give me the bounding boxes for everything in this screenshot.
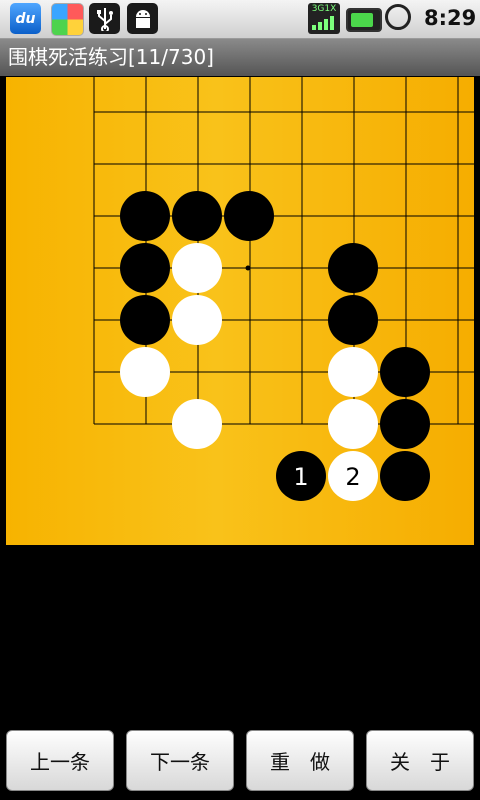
- alarm-clock-icon: [385, 4, 411, 30]
- black-stone[interactable]: [120, 243, 170, 293]
- battery-charging-icon: [346, 8, 382, 32]
- black-stone[interactable]: [328, 243, 378, 293]
- next-button[interactable]: 下一条: [126, 730, 234, 791]
- about-button[interactable]: 关 于: [366, 730, 474, 791]
- black-stone[interactable]: [328, 295, 378, 345]
- white-stone[interactable]: [328, 347, 378, 397]
- white-stone[interactable]: [120, 347, 170, 397]
- go-board-grid[interactable]: 12: [6, 77, 474, 545]
- black-stone[interactable]: [380, 399, 430, 449]
- black-stone[interactable]: [172, 191, 222, 241]
- page-title: 围棋死活练习[11/730]: [0, 39, 480, 76]
- signal-label: 3G1X: [311, 4, 337, 14]
- star-point: [245, 265, 251, 271]
- du-icon-label: du: [15, 10, 36, 27]
- move-number-label: 1: [293, 463, 308, 491]
- redo-button[interactable]: 重 做: [246, 730, 354, 791]
- white-stone[interactable]: [172, 399, 222, 449]
- black-stone[interactable]: [224, 191, 274, 241]
- 3g-signal-icon: 3G1X: [308, 3, 340, 34]
- clock-time: 8:29: [424, 6, 477, 30]
- black-stone[interactable]: [380, 451, 430, 501]
- go-board[interactable]: 12: [6, 77, 474, 545]
- move-number-label: 2: [345, 463, 360, 491]
- status-bar: du 3G1X 8:29: [0, 0, 480, 39]
- white-stone[interactable]: [172, 243, 222, 293]
- black-stone[interactable]: [120, 295, 170, 345]
- prev-button[interactable]: 上一条: [6, 730, 114, 791]
- black-stone[interactable]: [380, 347, 430, 397]
- white-stone[interactable]: [328, 399, 378, 449]
- android-debug-icon: [127, 3, 158, 34]
- du-app-icon: du: [10, 3, 41, 34]
- black-stone[interactable]: [120, 191, 170, 241]
- usb-icon: [89, 3, 120, 34]
- colorful-app-icon: [51, 3, 84, 36]
- white-stone[interactable]: [172, 295, 222, 345]
